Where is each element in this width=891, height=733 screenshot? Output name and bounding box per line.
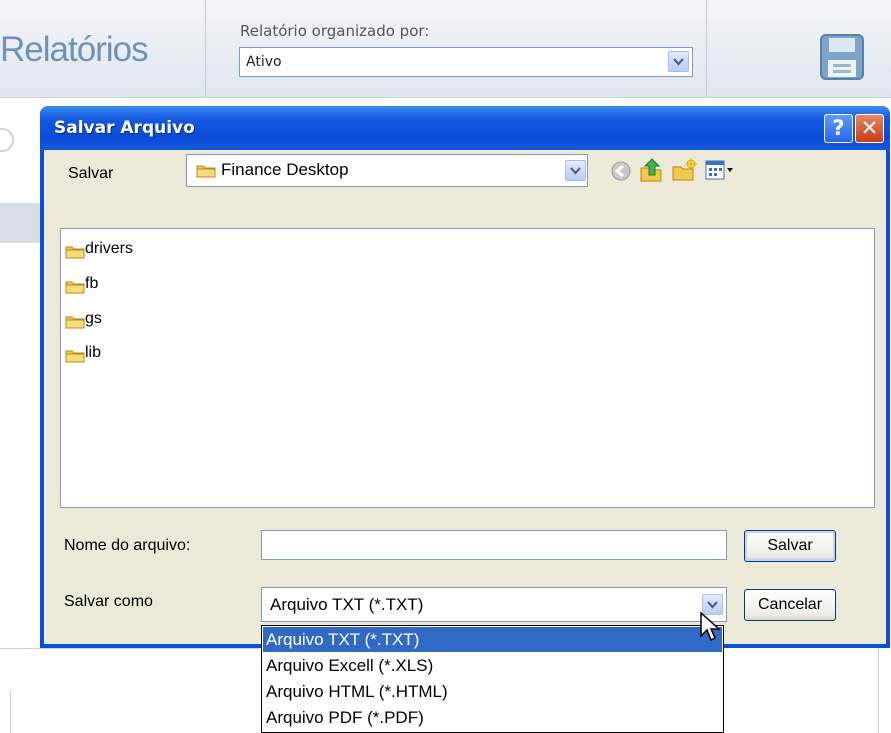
header-divider: [706, 0, 707, 97]
location-select[interactable]: Finance Desktop: [186, 154, 588, 187]
app-title: Relatórios: [0, 30, 149, 69]
help-button[interactable]: ?: [824, 114, 853, 143]
app-header: Relatórios Relatório organizado por: Ati…: [0, 0, 891, 98]
save-in-label: Salvar: [68, 165, 114, 182]
new-folder-icon[interactable]: [671, 158, 697, 187]
dropdown-option[interactable]: Arquivo TXT (*.TXT): [263, 627, 722, 652]
save-as-label: Salvar como: [64, 593, 153, 610]
dropdown-option[interactable]: Arquivo Excell (*.XLS): [263, 653, 722, 678]
dialog-title: Salvar Arquivo: [54, 118, 195, 138]
folder-name: fb: [85, 275, 99, 292]
folder-icon: [65, 244, 85, 264]
chevron-down-icon[interactable]: [668, 51, 689, 72]
save-button[interactable]: Salvar: [744, 530, 836, 562]
back-icon[interactable]: [610, 160, 632, 187]
file-type-dropdown-list: Arquivo TXT (*.TXT) Arquivo Excell (*.XL…: [261, 625, 724, 733]
dropdown-option[interactable]: Arquivo HTML (*.HTML): [263, 679, 722, 704]
background-divider: [10, 690, 11, 733]
folder-name: lib: [85, 344, 102, 361]
view-menu-icon[interactable]: [705, 160, 735, 185]
mouse-cursor-icon: [700, 611, 721, 647]
folder-name: gs: [85, 310, 102, 327]
filename-input[interactable]: [261, 530, 727, 560]
save-file-dialog: Salvar Arquivo ? ✕ Salvar Finance Deskto…: [40, 106, 890, 648]
filename-label: Nome do arquivo:: [64, 537, 191, 554]
folder-icon: [65, 348, 85, 368]
location-value: Finance Desktop: [221, 160, 349, 179]
file-list[interactable]: drivers fb gs lib: [60, 228, 875, 508]
organize-label: Relatório organizado por:: [240, 22, 430, 40]
floppy-disk-icon[interactable]: [820, 34, 864, 85]
folder-icon: [65, 314, 85, 334]
file-type-value: Arquivo TXT (*.TXT): [270, 595, 424, 614]
background-divider: [0, 648, 260, 649]
header-divider: [205, 0, 206, 97]
chevron-down-icon[interactable]: [565, 160, 586, 181]
dropdown-option[interactable]: Arquivo PDF (*.PDF): [263, 705, 722, 730]
close-button[interactable]: ✕: [855, 114, 884, 143]
folder-icon: [65, 279, 85, 299]
file-type-select[interactable]: Arquivo TXT (*.TXT): [261, 587, 727, 622]
background-fragment: [0, 128, 14, 152]
organize-select[interactable]: Ativo: [239, 47, 693, 77]
dialog-body: Salvar Finance Desktop drivers fb gs lib…: [44, 150, 886, 644]
cancel-button[interactable]: Cancelar: [744, 589, 836, 621]
folder-icon: [196, 163, 216, 183]
up-folder-icon[interactable]: [638, 157, 664, 188]
dialog-titlebar[interactable]: Salvar Arquivo ? ✕: [40, 106, 890, 150]
folder-name: drivers: [85, 240, 134, 257]
organize-value: Ativo: [246, 54, 282, 70]
